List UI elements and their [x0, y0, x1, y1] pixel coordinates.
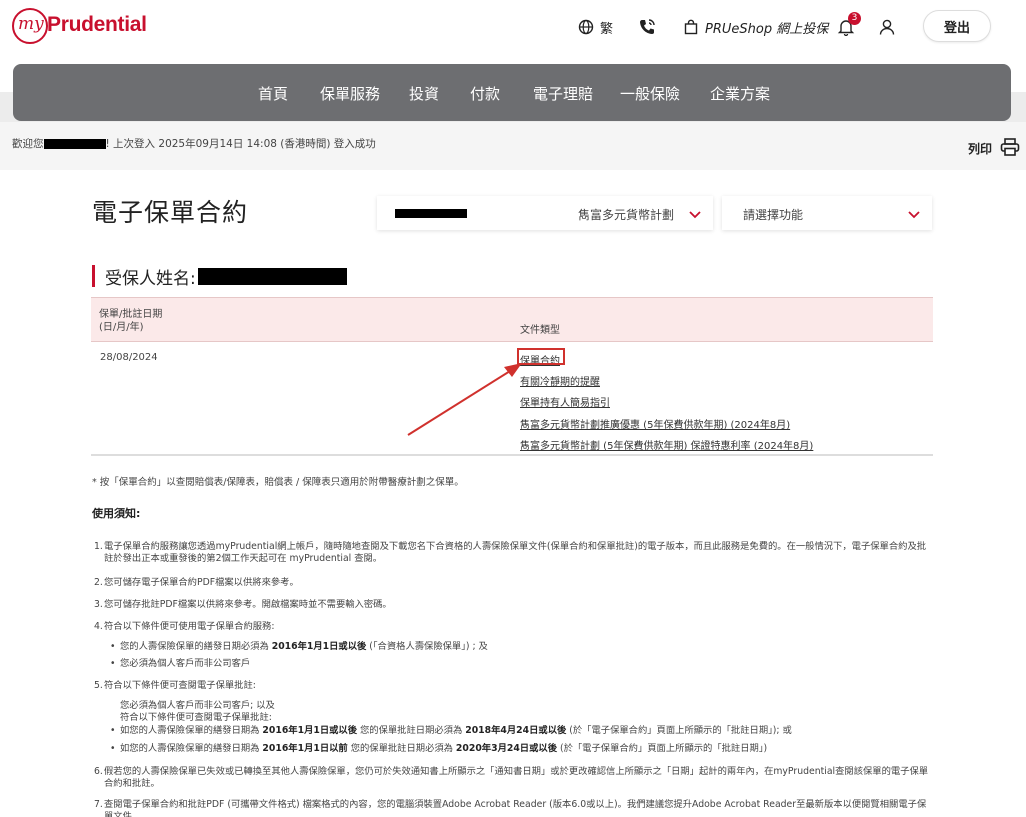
footnote: * 按「保單合約」以查閱賠償表/保障表，賠償表 / 保障表只適用於附帶醫療計劃之… [92, 477, 464, 488]
term-4-text: 符合以下條件便可使用電子保單合約服務: [104, 621, 275, 632]
page-title: 電子保單合約 [92, 198, 249, 227]
term-5-para-2: 符合以下條件便可查閱電子保單批註: [120, 712, 272, 723]
term-3-text: 您可儲存批註PDF檔案以供將來參考。開啟檔案時並不需要輸入密碼。 [104, 599, 392, 610]
term-5a-mid: 您的保單批註日期必須為 [357, 725, 466, 736]
print-button[interactable]: 列印 [968, 138, 1020, 159]
term-2-text: 您可儲存電子保單合約PDF檔案以供將來參考。 [104, 577, 299, 588]
shopping-bag-icon [683, 19, 699, 35]
logout-button[interactable]: 登出 [923, 10, 991, 42]
term-4-bullet-2: • 您必須為個人客戶而非公司客戶 [110, 658, 251, 669]
term-4a-bold: 2016年1月1日或以後 [271, 641, 367, 652]
term-5a-post: (於「電子保單合約」頁面上所顯示的「批註日期」); 或 [566, 725, 792, 736]
term-5a-pre: 如您的人壽保險保單的繕發日期為 [120, 725, 263, 736]
notification-badge: 3 [848, 12, 861, 25]
term-7-text: 查閱電子保單合約和批註PDF (可攜帶文件格式) 檔案格式的內容，您的電腦須裝置… [104, 799, 927, 817]
logo-my-text: my [18, 14, 44, 34]
welcome-prefix: 歡迎您 [12, 138, 44, 150]
main-nav: 首頁 保單服務 投資 付款 電子理賠 一般保險 企業方案 [13, 64, 1011, 121]
doc-link-guaranteed-rate[interactable]: 雋富多元貨幣計劃 (5年保費供款年期) 保證特惠利率 (2024年8月) [520, 437, 813, 452]
term-4b-text: 您必須為個人客戶而非公司客戶 [120, 658, 251, 669]
prueshop-label: PRUeShop 網上投保 [705, 21, 829, 37]
chevron-down-icon [908, 208, 920, 222]
phone-icon[interactable] [638, 14, 656, 40]
term-5b-pre: 如您的人壽保險保單的繕發日期為 [120, 743, 263, 754]
user-profile-button[interactable] [878, 14, 896, 40]
insured-name-heading: 受保人姓名: [92, 265, 347, 289]
table-header: 保單/批註日期 (日/月/年) 文件類型 [91, 297, 933, 342]
col-date-header-line2: (日/月/年) [99, 322, 144, 333]
print-label: 列印 [968, 142, 993, 156]
col-date-header-line1: 保單/批註日期 [99, 309, 163, 320]
term-1-text: 電子保單合約服務讓您透過myPrudential網上帳戶，隨時隨地查閱及下載您名… [104, 541, 927, 564]
welcome-suffix: ! 上次登入 2025年09月14日 14:08 (香港時間) 登入成功 [105, 138, 376, 150]
doc-link-cooling-off-reminder[interactable]: 有關冷靜期的提醒 [520, 373, 600, 388]
nav-item-corporate[interactable]: 企業方案 [710, 83, 770, 104]
welcome-bar: 歡迎您 ! 上次登入 2025年09月14日 14:08 (香港時間) 登入成功 [0, 122, 1026, 170]
term-4a-post: (「合資格人壽保險保單」) ; 及 [366, 641, 488, 652]
term-6-text: 假若您的人壽保險保單已失效或已轉換至其他人壽保險保單，您仍可於失效通知書上所顯示… [104, 766, 929, 789]
redacted-policy-number [395, 209, 467, 218]
notification-button[interactable]: 3 [837, 12, 861, 40]
nav-item-home[interactable]: 首頁 [258, 83, 288, 104]
col-doctype-header: 文件類型 [520, 325, 560, 336]
term-5b-bold-1: 2016年1月1日以前 [262, 743, 348, 754]
annotation-arrow-icon [407, 363, 522, 436]
function-select[interactable]: 請選擇功能 [722, 196, 932, 230]
term-5a-bold-2: 2018年4月24日或以後 [465, 725, 567, 736]
chevron-down-icon [689, 208, 701, 222]
nav-item-general-insurance[interactable]: 一般保險 [620, 83, 680, 104]
redacted-username [43, 138, 106, 149]
term-5a-bold-1: 2016年1月1日或以後 [262, 725, 358, 736]
nav-item-e-claims[interactable]: 電子理賠 [533, 83, 593, 104]
prudential-logo[interactable]: my Prudential [12, 8, 152, 44]
doc-link-policyholder-guide[interactable]: 保單持有人簡易指引 [520, 394, 610, 409]
welcome-message: 歡迎您 ! 上次登入 2025年09月14日 14:08 (香港時間) 登入成功 [12, 136, 376, 151]
term-4-bullet-1: • 您的人壽保險保單的繕發日期必須為 2016年1月1日或以後 (「合資格人壽保險… [110, 641, 488, 652]
globe-icon [578, 19, 594, 35]
row-date: 28/08/2024 [100, 352, 158, 363]
term-5-para-1: 您必須為個人客戶而非公司客戶; 以及 [120, 700, 275, 711]
term-5-bullet-2: • 如您的人壽保險保單的繕發日期為 2016年1月1日以前 您的保單批註日期必須為… [110, 743, 768, 754]
term-5b-bold-2: 2020年3月24日或以後 [455, 743, 557, 754]
language-switch[interactable]: 繁 [578, 14, 613, 40]
nav-item-policy-services[interactable]: 保單服務 [320, 83, 380, 104]
term-4a-pre: 您的人壽保險保單的繕發日期必須為 [120, 641, 272, 652]
term-5b-mid: 您的保單批註日期必須為 [347, 743, 456, 754]
term-5-bullet-1: • 如您的人壽保險保單的繕發日期為 2016年1月1日或以後 您的保單批註日期必須… [110, 725, 792, 736]
term-5b-post: (於「電子保單合約」頁面上所顯示的「批註日期」) [557, 743, 768, 754]
insured-label: 受保人姓名: [105, 268, 196, 289]
col-date-header: 保單/批註日期 (日/月/年) [99, 308, 162, 334]
function-select-placeholder: 請選擇功能 [743, 208, 804, 222]
doc-link-promotion[interactable]: 雋富多元貨幣計劃推廣優惠 (5年保費供款年期) (2024年8月) [520, 416, 790, 431]
redacted-insured-name [197, 267, 347, 285]
logo-brand-text: Prudential [47, 13, 147, 36]
policy-select[interactable]: 雋富多元貨幣計劃 [377, 196, 713, 230]
printer-icon [1000, 138, 1020, 159]
policy-select-value: 雋富多元貨幣計劃 [578, 208, 675, 222]
nav-item-investment[interactable]: 投資 [409, 83, 439, 104]
term-5-text: 符合以下條件便可查閱電子保單批註: [104, 680, 256, 691]
nav-item-payment[interactable]: 付款 [470, 83, 500, 104]
language-label: 繁 [600, 21, 614, 37]
usage-title: 使用須知: [92, 507, 141, 520]
user-icon [878, 18, 896, 36]
prueshop-link[interactable]: PRUeShop 網上投保 [683, 14, 828, 40]
